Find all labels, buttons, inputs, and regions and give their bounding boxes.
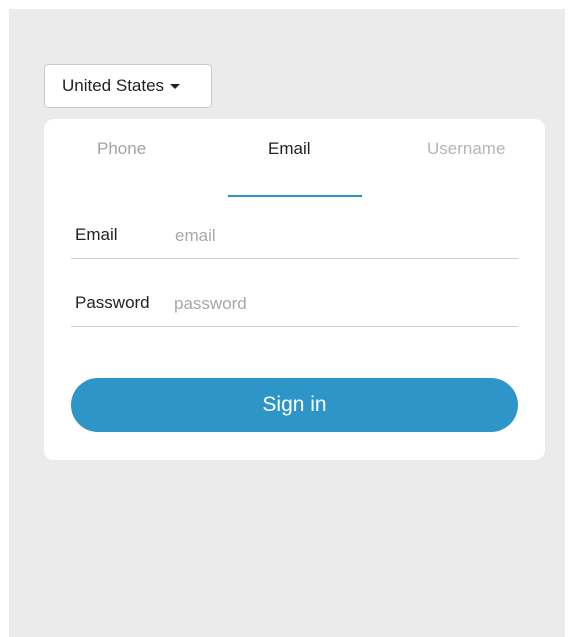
tab-username[interactable]: Username [427,139,505,159]
sign-in-button[interactable]: Sign in [71,378,518,432]
caret-down-icon [170,83,181,89]
tab-email[interactable]: Email [268,139,311,159]
tab-phone[interactable]: Phone [97,139,146,159]
country-select[interactable]: United States [44,64,212,108]
password-label: Password [75,293,150,312]
email-input[interactable] [175,223,505,249]
email-field-row: Email [71,219,518,259]
login-tabs: Phone Email Username [44,139,545,197]
active-tab-indicator [228,195,362,197]
password-field-row: Password [71,287,518,327]
login-card: Phone Email Username Email Password Sign… [44,119,545,460]
email-label: Email [75,225,118,244]
country-select-label: United States [62,76,165,95]
password-input[interactable] [174,291,504,317]
screen-background: United States Phone Email Username Email… [9,9,565,637]
